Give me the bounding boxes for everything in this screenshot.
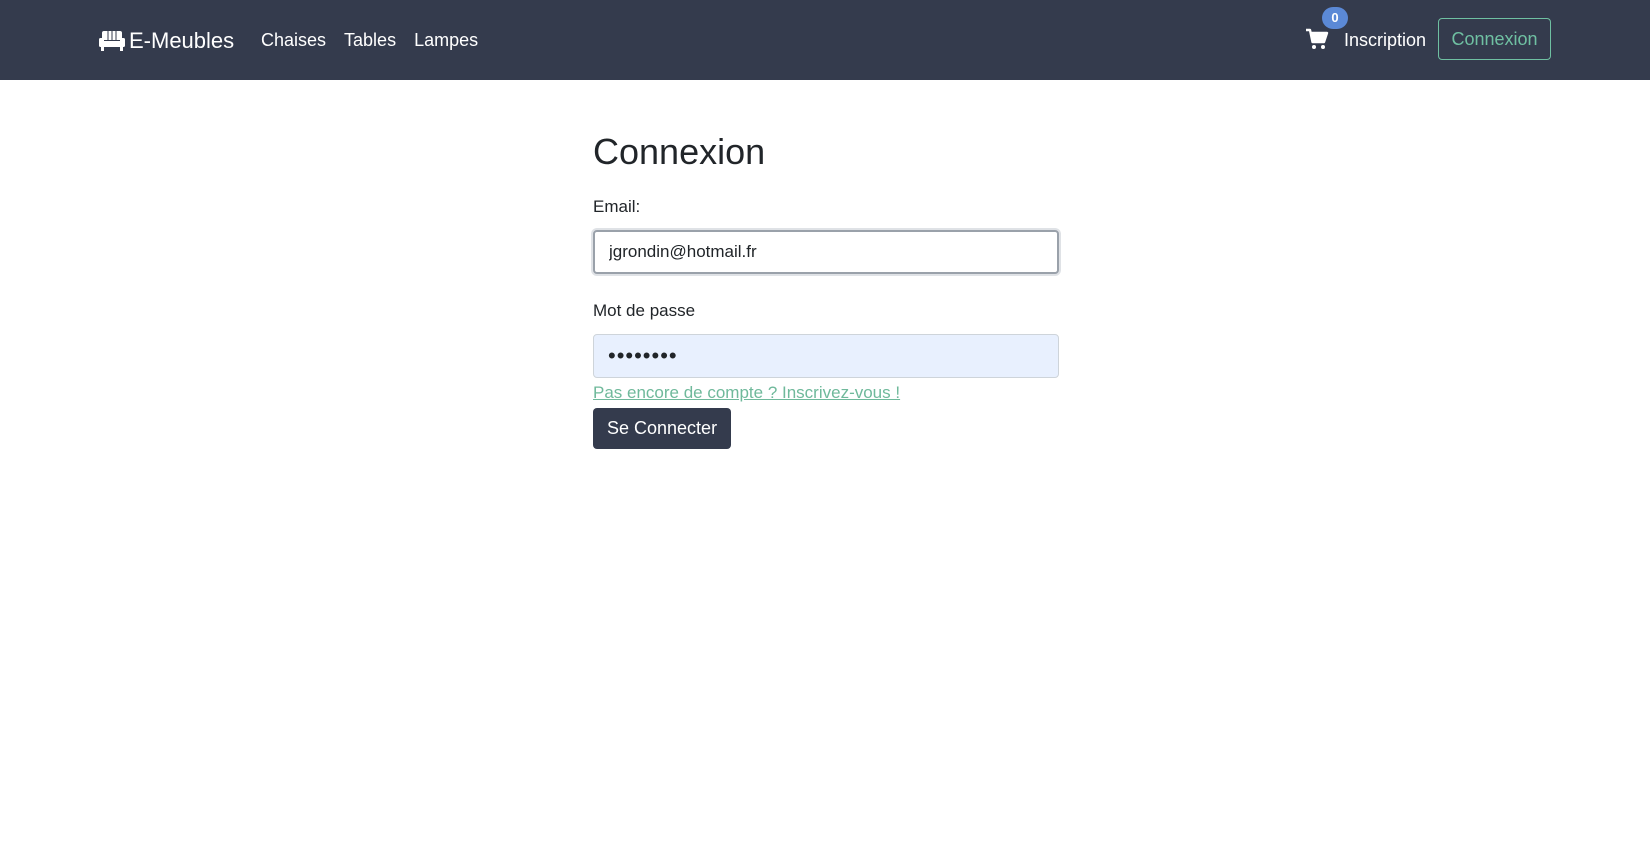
signup-link[interactable]: Pas encore de compte ? Inscrivez-vous ! (593, 382, 1059, 404)
nav-links: Chaises Tables Lampes (261, 29, 478, 51)
password-label: Mot de passe (593, 301, 696, 320)
password-group: Mot de passe (593, 300, 1059, 378)
login-submit-button[interactable]: Se Connecter (593, 408, 732, 449)
nav-connexion-button[interactable]: Connexion (1438, 18, 1551, 60)
email-field[interactable] (593, 230, 1059, 274)
couch-icon (99, 30, 125, 52)
email-group: Email: (593, 196, 1059, 274)
nav-link-lampes[interactable]: Lampes (414, 29, 478, 51)
brand-link[interactable]: E-Meubles (99, 26, 234, 56)
cart-count-badge: 0 (1322, 7, 1348, 29)
nav-link-tables[interactable]: Tables (344, 29, 396, 51)
password-field[interactable] (593, 334, 1059, 378)
cart-icon[interactable] (1305, 27, 1329, 51)
nav-link-inscription[interactable]: Inscription (1344, 29, 1426, 51)
login-form: Connexion Email: Mot de passe Pas encore… (593, 130, 1059, 449)
nav-link-chaises[interactable]: Chaises (261, 29, 326, 51)
top-navbar: E-Meubles Chaises Tables Lampes 0 Inscri… (0, 0, 1650, 80)
email-label: Email: (593, 197, 641, 216)
brand-name: E-Meubles (129, 28, 235, 53)
page-title: Connexion (593, 131, 766, 172)
